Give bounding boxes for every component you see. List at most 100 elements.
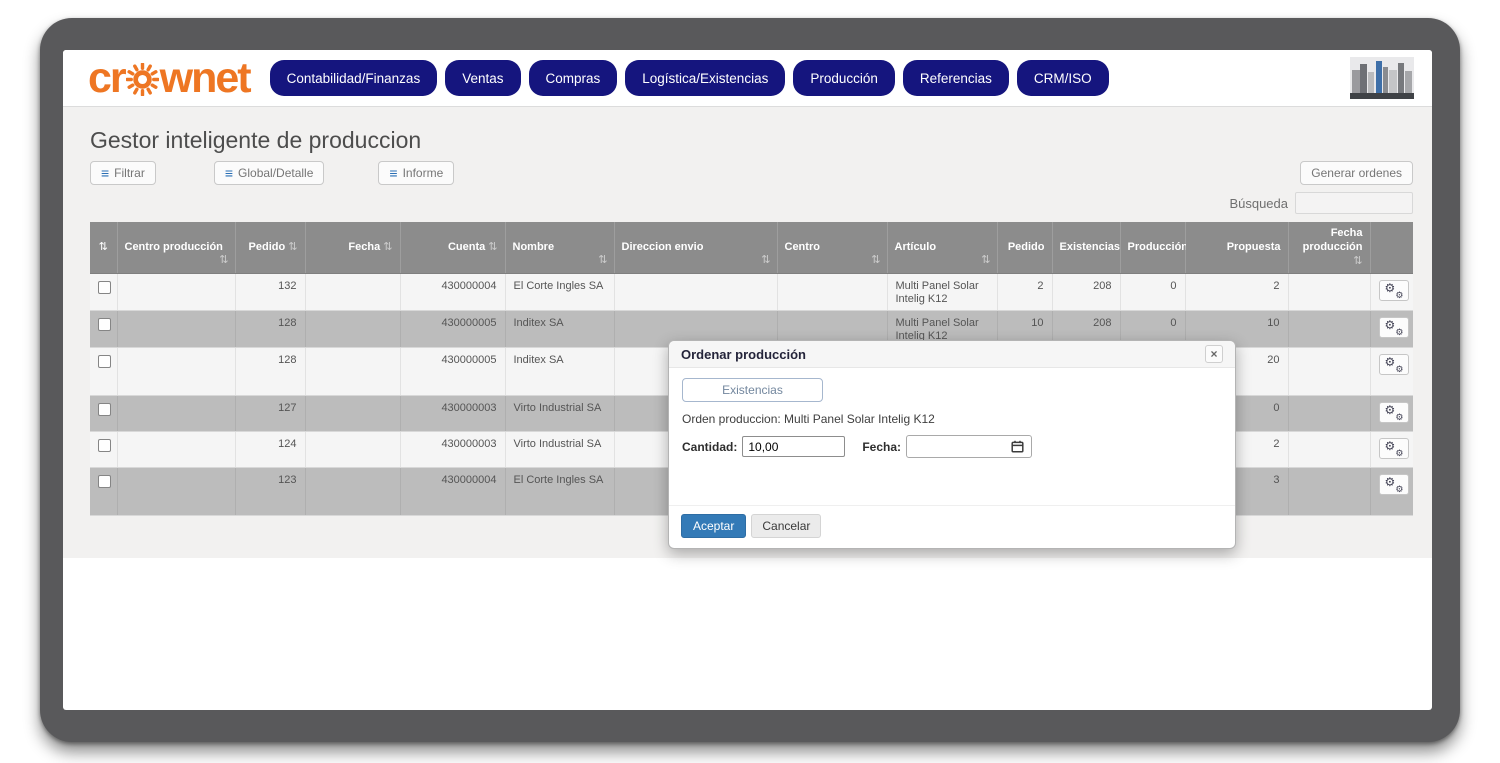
- cell-nombre: Inditex SA: [505, 348, 614, 396]
- cell-fecha: [305, 396, 400, 432]
- cell-propuesta: 2: [1185, 274, 1288, 311]
- gears-icon: ⚙: [1395, 449, 1403, 458]
- topbar: cr wnet Con: [63, 50, 1432, 107]
- cell-pedido: 132: [235, 274, 305, 311]
- row-actions-button[interactable]: ⚙⚙: [1379, 402, 1409, 423]
- cell-cuenta: 430000005: [400, 311, 505, 348]
- row-checkbox[interactable]: [98, 439, 111, 452]
- col-articulo[interactable]: Artículo⇅: [887, 222, 997, 274]
- col-fecha[interactable]: Fecha ⇅: [305, 222, 400, 274]
- skyline-image: [1350, 57, 1414, 99]
- cell-cuenta: 430000004: [400, 468, 505, 516]
- global-detalle-label: Global/Detalle: [238, 166, 313, 180]
- page-title: Gestor inteligente de produccion: [90, 107, 1413, 154]
- col-propuesta: Propuesta: [1185, 222, 1288, 274]
- generar-ordenes-button[interactable]: Generar ordenes: [1300, 161, 1413, 185]
- crownet-logo[interactable]: cr wnet: [88, 57, 250, 100]
- cell-cuenta: 430000003: [400, 432, 505, 468]
- col-label: Producción: [1128, 241, 1189, 253]
- generar-ordenes-label: Generar ordenes: [1311, 166, 1402, 180]
- modal-form-row: Cantidad: Fecha:: [682, 435, 1222, 458]
- col-label: Nombre: [513, 241, 555, 253]
- col-label: Propuesta: [1227, 241, 1281, 253]
- sort-icon: ⇅: [383, 241, 392, 253]
- col-label: Existencias: [1060, 241, 1121, 253]
- cell-centro-produccion: [117, 274, 235, 311]
- nav-compras[interactable]: Compras: [529, 60, 618, 96]
- row-checkbox[interactable]: [98, 475, 111, 488]
- col-select-sort[interactable]: ⇅: [90, 222, 117, 274]
- nav-ventas[interactable]: Ventas: [445, 60, 520, 96]
- col-label: Pedido: [1008, 241, 1045, 253]
- col-label: Centro producción: [125, 241, 223, 253]
- cell-centro-produccion: [117, 348, 235, 396]
- cell-nombre: Virto Industrial SA: [505, 432, 614, 468]
- sort-icon: ⇅: [219, 254, 228, 268]
- col-centro[interactable]: Centro⇅: [777, 222, 887, 274]
- menu-icon: ≡: [225, 165, 233, 181]
- gears-icon: ⚙: [1395, 365, 1403, 374]
- cell-pedido: 128: [235, 311, 305, 348]
- aceptar-button[interactable]: Aceptar: [681, 514, 746, 538]
- app-screen: cr wnet Con: [63, 50, 1432, 710]
- col-nombre[interactable]: Nombre⇅: [505, 222, 614, 274]
- cell-fecha-produccion: [1288, 348, 1370, 396]
- close-button[interactable]: ×: [1205, 345, 1223, 363]
- gears-icon: ⚙: [1395, 485, 1403, 494]
- existencias-button[interactable]: Existencias: [682, 378, 823, 402]
- informe-label: Informe: [403, 166, 444, 180]
- nav-logistica-existencias[interactable]: Logística/Existencias: [625, 60, 785, 96]
- search-label: Búsqueda: [1229, 196, 1288, 211]
- cancelar-button[interactable]: Cancelar: [751, 514, 821, 538]
- search-input[interactable]: [1295, 192, 1413, 214]
- cantidad-input[interactable]: [742, 436, 845, 457]
- nav-contabilidad-finanzas[interactable]: Contabilidad/Finanzas: [270, 60, 438, 96]
- cell-centro-produccion: [117, 468, 235, 516]
- row-actions-button[interactable]: ⚙⚙: [1379, 438, 1409, 459]
- col-cuenta[interactable]: Cuenta ⇅: [400, 222, 505, 274]
- col-actions: [1370, 222, 1413, 274]
- nav-crm-iso[interactable]: CRM/ISO: [1017, 60, 1109, 96]
- col-label: Fecha producción: [1303, 227, 1363, 253]
- cell-fecha: [305, 274, 400, 311]
- calendar-icon[interactable]: [1011, 440, 1024, 453]
- cell-centro-produccion: [117, 311, 235, 348]
- col-pedido[interactable]: Pedido ⇅: [235, 222, 305, 274]
- gears-icon: ⚙: [1385, 282, 1396, 294]
- cell-fecha-produccion: [1288, 274, 1370, 311]
- cell-centro-produccion: [117, 396, 235, 432]
- row-actions-button[interactable]: ⚙⚙: [1379, 354, 1409, 375]
- col-centro-produccion[interactable]: Centro producción⇅: [117, 222, 235, 274]
- cell-pedido: 128: [235, 348, 305, 396]
- cell-nombre: El Corte Ingles SA: [505, 468, 614, 516]
- sun-icon: [126, 63, 159, 96]
- row-actions-button[interactable]: ⚙⚙: [1379, 474, 1409, 495]
- col-direccion-envio[interactable]: Direccion envio⇅: [614, 222, 777, 274]
- row-checkbox[interactable]: [98, 318, 111, 331]
- row-actions-button[interactable]: ⚙⚙: [1379, 317, 1409, 338]
- modal-title: Ordenar producción: [681, 347, 806, 362]
- gears-icon: ⚙: [1385, 319, 1396, 331]
- cell-centro-produccion: [117, 432, 235, 468]
- fecha-field: Fecha:: [862, 435, 1032, 458]
- ordenar-produccion-modal: Ordenar producción × Existencias Orden p…: [668, 340, 1236, 549]
- main-nav: Contabilidad/Finanzas Ventas Compras Log…: [270, 60, 1109, 96]
- nav-produccion[interactable]: Producción: [793, 60, 895, 96]
- cell-articulo: Multi Panel Solar Intelig K12: [887, 274, 997, 311]
- fecha-date-input[interactable]: [906, 435, 1032, 458]
- nav-referencias[interactable]: Referencias: [903, 60, 1009, 96]
- col-fecha-produccion[interactable]: Fecha producción ⇅: [1288, 222, 1370, 274]
- informe-button[interactable]: ≡ Informe: [378, 161, 454, 185]
- row-checkbox[interactable]: [98, 403, 111, 416]
- row-checkbox[interactable]: [98, 281, 111, 294]
- global-detalle-button[interactable]: ≡ Global/Detalle: [214, 161, 325, 185]
- row-checkbox[interactable]: [98, 355, 111, 368]
- device-frame: cr wnet Con: [40, 18, 1460, 742]
- filtrar-label: Filtrar: [114, 166, 145, 180]
- gears-icon: ⚙: [1385, 404, 1396, 416]
- cell-existencias: 208: [1052, 274, 1120, 311]
- sort-icon: ⇅: [981, 254, 990, 268]
- cell-nombre: Virto Industrial SA: [505, 396, 614, 432]
- filtrar-button[interactable]: ≡ Filtrar: [90, 161, 156, 185]
- row-actions-button[interactable]: ⚙⚙: [1379, 280, 1409, 301]
